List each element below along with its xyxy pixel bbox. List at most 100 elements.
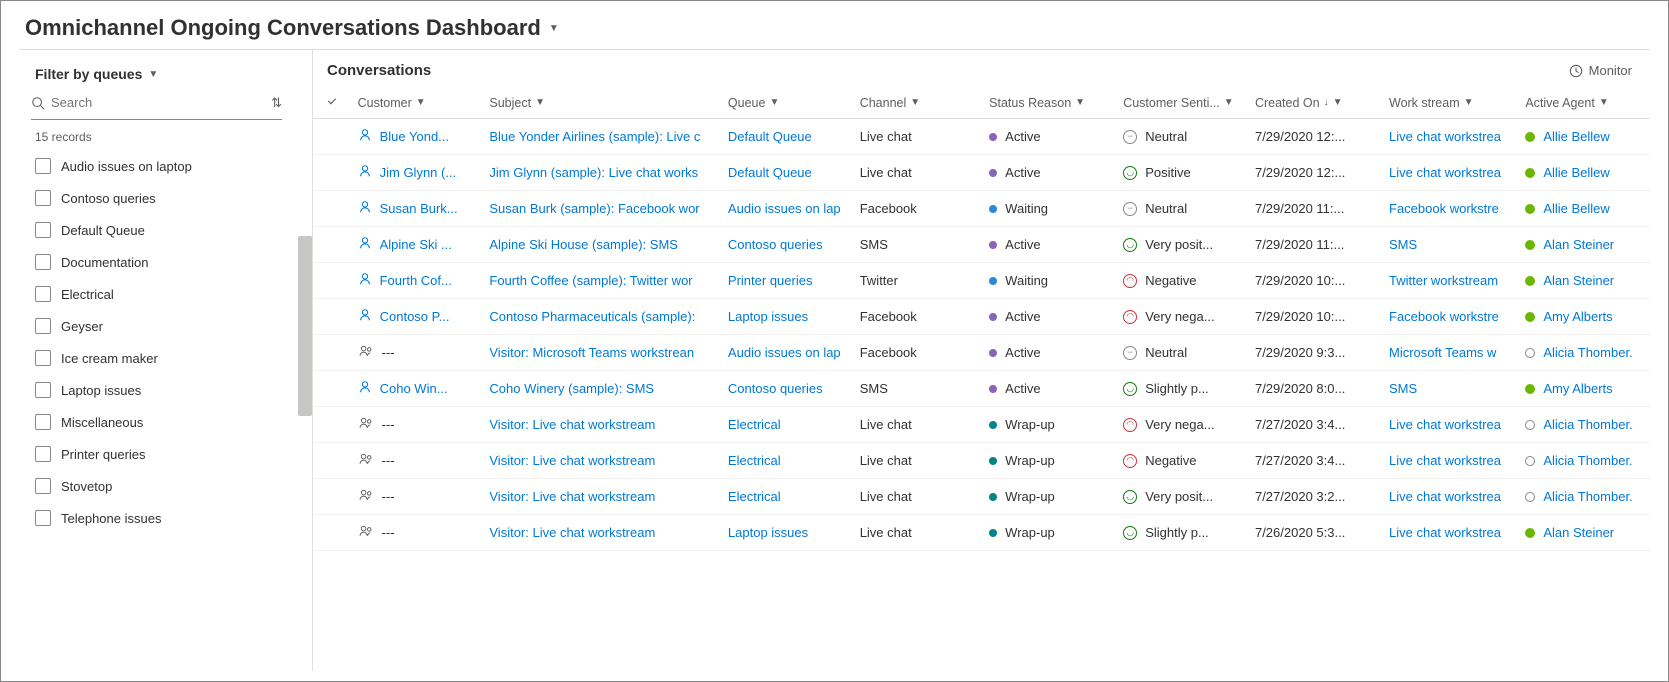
agent-link[interactable]: Alan Steiner <box>1543 273 1614 288</box>
workstream-link[interactable]: Twitter workstream <box>1389 273 1498 288</box>
checkbox[interactable] <box>35 478 51 494</box>
subject-link[interactable]: Visitor: Microsoft Teams workstrean <box>489 345 694 360</box>
agent-link[interactable]: Alan Steiner <box>1543 525 1614 540</box>
customer-link[interactable]: Alpine Ski ... <box>380 237 452 252</box>
queue-item[interactable]: Ice cream maker <box>31 342 306 374</box>
table-row[interactable]: ---Visitor: Live chat workstreamElectric… <box>313 443 1650 479</box>
customer-link[interactable]: Coho Win... <box>380 381 448 396</box>
checkbox[interactable] <box>35 382 51 398</box>
agent-link[interactable]: Allie Bellew <box>1543 129 1609 144</box>
table-row[interactable]: Alpine Ski ... Alpine Ski House (sample):… <box>313 227 1650 263</box>
queue-link[interactable]: Printer queries <box>728 273 813 288</box>
agent-link[interactable]: Alicia Thomber. <box>1543 453 1632 468</box>
search-input[interactable] <box>51 92 265 113</box>
table-row[interactable]: Contoso P... Contoso Pharmaceuticals (sam… <box>313 299 1650 335</box>
queue-item[interactable]: Documentation <box>31 246 306 278</box>
customer-link[interactable]: Susan Burk... <box>380 201 458 216</box>
agent-link[interactable]: Alicia Thomber. <box>1543 345 1632 360</box>
col-work[interactable]: Work stream▼ <box>1383 87 1519 119</box>
workstream-link[interactable]: Live chat workstrea <box>1389 129 1501 144</box>
queue-item[interactable]: Electrical <box>31 278 306 310</box>
subject-link[interactable]: Susan Burk (sample): Facebook wor <box>489 201 699 216</box>
chevron-down-icon[interactable]: ▼ <box>549 23 559 34</box>
col-subject[interactable]: Subject▼ <box>483 87 722 119</box>
checkbox[interactable] <box>35 158 51 174</box>
checkbox[interactable] <box>35 222 51 238</box>
queue-item[interactable]: Audio issues on laptop <box>31 150 306 182</box>
queue-link[interactable]: Audio issues on lap <box>728 345 841 360</box>
workstream-link[interactable]: SMS <box>1389 381 1417 396</box>
monitor-button[interactable]: Monitor <box>1569 63 1632 78</box>
table-row[interactable]: ---Visitor: Live chat workstreamLaptop i… <box>313 515 1650 551</box>
table-row[interactable]: Blue Yond... Blue Yonder Airlines (sample… <box>313 119 1650 155</box>
queue-link[interactable]: Contoso queries <box>728 237 823 252</box>
workstream-link[interactable]: SMS <box>1389 237 1417 252</box>
checkbox[interactable] <box>35 510 51 526</box>
workstream-link[interactable]: Live chat workstrea <box>1389 165 1501 180</box>
checkbox[interactable] <box>35 318 51 334</box>
checkbox[interactable] <box>35 286 51 302</box>
workstream-link[interactable]: Live chat workstrea <box>1389 453 1501 468</box>
workstream-link[interactable]: Microsoft Teams w <box>1389 345 1496 360</box>
col-queue[interactable]: Queue▼ <box>722 87 854 119</box>
subject-link[interactable]: Alpine Ski House (sample): SMS <box>489 237 678 252</box>
queue-item[interactable]: Printer queries <box>31 438 306 470</box>
table-row[interactable]: Coho Win... Coho Winery (sample): SMS Cont… <box>313 371 1650 407</box>
workstream-link[interactable]: Live chat workstrea <box>1389 525 1501 540</box>
queue-link[interactable]: Electrical <box>728 417 781 432</box>
table-row[interactable]: ---Visitor: Live chat workstreamElectric… <box>313 479 1650 515</box>
table-row[interactable]: Jim Glynn (... Jim Glynn (sample): Live c… <box>313 155 1650 191</box>
queue-item[interactable]: Telephone issues <box>31 502 306 534</box>
customer-link[interactable]: Blue Yond... <box>380 129 449 144</box>
customer-link[interactable]: Fourth Cof... <box>380 273 452 288</box>
agent-link[interactable]: Allie Bellew <box>1543 165 1609 180</box>
queue-link[interactable]: Electrical <box>728 489 781 504</box>
queue-link[interactable]: Contoso queries <box>728 381 823 396</box>
agent-link[interactable]: Alan Steiner <box>1543 237 1614 252</box>
agent-link[interactable]: Allie Bellew <box>1543 201 1609 216</box>
subject-link[interactable]: Coho Winery (sample): SMS <box>489 381 654 396</box>
table-row[interactable]: Fourth Cof... Fourth Coffee (sample): Twi… <box>313 263 1650 299</box>
workstream-link[interactable]: Facebook workstre <box>1389 309 1499 324</box>
agent-link[interactable]: Amy Alberts <box>1543 381 1612 396</box>
subject-link[interactable]: Jim Glynn (sample): Live chat works <box>489 165 698 180</box>
subject-link[interactable]: Visitor: Live chat workstream <box>489 453 655 468</box>
table-row[interactable]: ---Visitor: Microsoft Teams workstreanAu… <box>313 335 1650 371</box>
scrollbar[interactable] <box>298 236 312 416</box>
table-row[interactable]: ---Visitor: Live chat workstreamElectric… <box>313 407 1650 443</box>
checkbox[interactable] <box>35 414 51 430</box>
agent-link[interactable]: Alicia Thomber. <box>1543 489 1632 504</box>
checkbox[interactable] <box>35 190 51 206</box>
col-sentiment[interactable]: Customer Senti...▼ <box>1117 87 1249 119</box>
queue-link[interactable]: Laptop issues <box>728 525 808 540</box>
queue-link[interactable]: Default Queue <box>728 165 812 180</box>
agent-link[interactable]: Amy Alberts <box>1543 309 1612 324</box>
queue-link[interactable]: Audio issues on lap <box>728 201 841 216</box>
subject-link[interactable]: Visitor: Live chat workstream <box>489 417 655 432</box>
select-all-header[interactable] <box>313 87 352 119</box>
customer-link[interactable]: Contoso P... <box>380 309 450 324</box>
table-row[interactable]: Susan Burk... Susan Burk (sample): Facebo… <box>313 191 1650 227</box>
col-channel[interactable]: Channel▼ <box>854 87 983 119</box>
sort-updown-icon[interactable]: ⇅ <box>271 95 282 111</box>
subject-link[interactable]: Fourth Coffee (sample): Twitter wor <box>489 273 692 288</box>
workstream-link[interactable]: Facebook workstre <box>1389 201 1499 216</box>
checkbox[interactable] <box>35 350 51 366</box>
subject-link[interactable]: Blue Yonder Airlines (sample): Live c <box>489 129 700 144</box>
queue-item[interactable]: Default Queue <box>31 214 306 246</box>
subject-link[interactable]: Visitor: Live chat workstream <box>489 489 655 504</box>
col-created[interactable]: Created On↓▼ <box>1249 87 1383 119</box>
col-agent[interactable]: Active Agent▼ <box>1519 87 1650 119</box>
col-status[interactable]: Status Reason▼ <box>983 87 1117 119</box>
checkbox[interactable] <box>35 446 51 462</box>
chevron-down-icon[interactable]: ▼ <box>148 69 158 80</box>
queue-item[interactable]: Stovetop <box>31 470 306 502</box>
queue-item[interactable]: Geyser <box>31 310 306 342</box>
subject-link[interactable]: Visitor: Live chat workstream <box>489 525 655 540</box>
workstream-link[interactable]: Live chat workstrea <box>1389 417 1501 432</box>
checkbox[interactable] <box>35 254 51 270</box>
col-customer[interactable]: Customer▼ <box>352 87 484 119</box>
customer-link[interactable]: Jim Glynn (... <box>380 165 457 180</box>
queue-item[interactable]: Contoso queries <box>31 182 306 214</box>
subject-link[interactable]: Contoso Pharmaceuticals (sample): <box>489 309 695 324</box>
